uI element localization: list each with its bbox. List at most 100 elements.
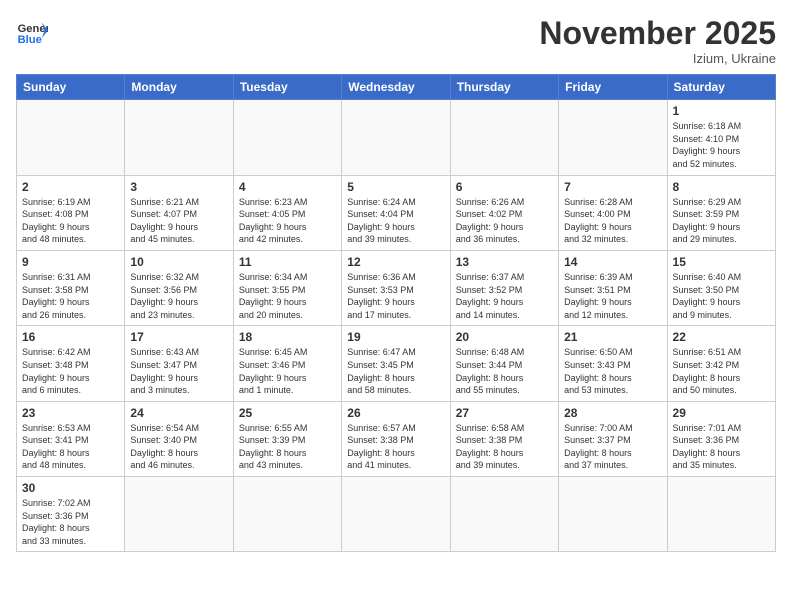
table-row: 1 Sunrise: 6:18 AM Sunset: 4:10 PM Daylig… [667,100,775,175]
day-info: Sunrise: 6:43 AM Sunset: 3:47 PM Dayligh… [130,346,227,396]
day-number: 7 [564,180,661,194]
day-info: Sunrise: 7:02 AM Sunset: 3:36 PM Dayligh… [22,497,119,547]
day-number: 20 [456,330,553,344]
table-row [125,477,233,552]
table-row: 19 Sunrise: 6:47 AM Sunset: 3:45 PM Dayli… [342,326,450,401]
day-number: 28 [564,406,661,420]
day-info: Sunrise: 6:37 AM Sunset: 3:52 PM Dayligh… [456,271,553,321]
table-row: 23 Sunrise: 6:53 AM Sunset: 3:41 PM Dayli… [17,401,125,476]
logo: General Blue [16,16,48,48]
table-row [342,100,450,175]
table-row: 3 Sunrise: 6:21 AM Sunset: 4:07 PM Daylig… [125,175,233,250]
day-number: 8 [673,180,770,194]
day-info: Sunrise: 6:18 AM Sunset: 4:10 PM Dayligh… [673,120,770,170]
day-number: 29 [673,406,770,420]
day-info: Sunrise: 6:19 AM Sunset: 4:08 PM Dayligh… [22,196,119,246]
day-info: Sunrise: 6:31 AM Sunset: 3:58 PM Dayligh… [22,271,119,321]
col-wednesday: Wednesday [342,75,450,100]
day-info: Sunrise: 6:57 AM Sunset: 3:38 PM Dayligh… [347,422,444,472]
table-row: 15Sunrise: 6:40 AM Sunset: 3:50 PM Dayli… [667,250,775,325]
table-row: 5 Sunrise: 6:24 AM Sunset: 4:04 PM Daylig… [342,175,450,250]
day-number: 13 [456,255,553,269]
day-info: Sunrise: 7:00 AM Sunset: 3:37 PM Dayligh… [564,422,661,472]
table-row: 17 Sunrise: 6:43 AM Sunset: 3:47 PM Dayli… [125,326,233,401]
table-row: 4Sunrise: 6:23 AM Sunset: 4:05 PM Daylig… [233,175,341,250]
day-info: Sunrise: 6:45 AM Sunset: 3:46 PM Dayligh… [239,346,336,396]
day-info: Sunrise: 6:21 AM Sunset: 4:07 PM Dayligh… [130,196,227,246]
table-row: 16 Sunrise: 6:42 AM Sunset: 3:48 PM Dayli… [17,326,125,401]
day-number: 6 [456,180,553,194]
day-number: 11 [239,255,336,269]
day-number: 21 [564,330,661,344]
subtitle: Izium, Ukraine [539,51,776,66]
table-row: 10 Sunrise: 6:32 AM Sunset: 3:56 PM Dayli… [125,250,233,325]
day-number: 5 [347,180,444,194]
day-info: Sunrise: 6:36 AM Sunset: 3:53 PM Dayligh… [347,271,444,321]
day-number: 24 [130,406,227,420]
title-block: November 2025 Izium, Ukraine [539,16,776,66]
calendar-page: General Blue November 2025 Izium, Ukrain… [0,0,792,612]
day-info: Sunrise: 6:32 AM Sunset: 3:56 PM Dayligh… [130,271,227,321]
day-number: 12 [347,255,444,269]
day-number: 15 [673,255,770,269]
table-row: 20 Sunrise: 6:48 AM Sunset: 3:44 PM Dayli… [450,326,558,401]
day-info: Sunrise: 6:58 AM Sunset: 3:38 PM Dayligh… [456,422,553,472]
table-row: 21 Sunrise: 6:50 AM Sunset: 3:43 PM Dayli… [559,326,667,401]
day-number: 27 [456,406,553,420]
day-info: Sunrise: 6:42 AM Sunset: 3:48 PM Dayligh… [22,346,119,396]
table-row [450,100,558,175]
table-row [559,100,667,175]
day-number: 1 [673,104,770,118]
col-sunday: Sunday [17,75,125,100]
day-info: Sunrise: 6:26 AM Sunset: 4:02 PM Dayligh… [456,196,553,246]
day-info: Sunrise: 6:48 AM Sunset: 3:44 PM Dayligh… [456,346,553,396]
day-info: Sunrise: 6:50 AM Sunset: 3:43 PM Dayligh… [564,346,661,396]
col-tuesday: Tuesday [233,75,341,100]
header: General Blue November 2025 Izium, Ukrain… [16,16,776,66]
table-row: 9 Sunrise: 6:31 AM Sunset: 3:58 PM Daylig… [17,250,125,325]
svg-text:Blue: Blue [18,34,42,46]
table-row: 2Sunrise: 6:19 AM Sunset: 4:08 PM Daylig… [17,175,125,250]
table-row: 6 Sunrise: 6:26 AM Sunset: 4:02 PM Daylig… [450,175,558,250]
day-number: 4 [239,180,336,194]
table-row: 25Sunrise: 6:55 AM Sunset: 3:39 PM Dayli… [233,401,341,476]
day-number: 22 [673,330,770,344]
table-row [17,100,125,175]
table-row: 29 Sunrise: 7:01 AM Sunset: 3:36 PM Dayli… [667,401,775,476]
day-number: 10 [130,255,227,269]
table-row: 14Sunrise: 6:39 AM Sunset: 3:51 PM Dayli… [559,250,667,325]
day-number: 17 [130,330,227,344]
table-row: 13 Sunrise: 6:37 AM Sunset: 3:52 PM Dayli… [450,250,558,325]
col-monday: Monday [125,75,233,100]
day-info: Sunrise: 6:24 AM Sunset: 4:04 PM Dayligh… [347,196,444,246]
logo-icon: General Blue [16,16,48,48]
day-number: 16 [22,330,119,344]
day-number: 23 [22,406,119,420]
day-number: 26 [347,406,444,420]
day-info: Sunrise: 6:47 AM Sunset: 3:45 PM Dayligh… [347,346,444,396]
day-number: 9 [22,255,119,269]
table-row: 30Sunrise: 7:02 AM Sunset: 3:36 PM Dayli… [17,477,125,552]
day-number: 18 [239,330,336,344]
day-info: Sunrise: 6:28 AM Sunset: 4:00 PM Dayligh… [564,196,661,246]
calendar-table: Sunday Monday Tuesday Wednesday Thursday… [16,74,776,552]
day-info: Sunrise: 6:29 AM Sunset: 3:59 PM Dayligh… [673,196,770,246]
day-info: Sunrise: 7:01 AM Sunset: 3:36 PM Dayligh… [673,422,770,472]
table-row [667,477,775,552]
table-row: 27 Sunrise: 6:58 AM Sunset: 3:38 PM Dayli… [450,401,558,476]
table-row: 18 Sunrise: 6:45 AM Sunset: 3:46 PM Dayli… [233,326,341,401]
table-row: 26 Sunrise: 6:57 AM Sunset: 3:38 PM Dayli… [342,401,450,476]
table-row [559,477,667,552]
month-title: November 2025 [539,16,776,51]
col-friday: Friday [559,75,667,100]
day-info: Sunrise: 6:53 AM Sunset: 3:41 PM Dayligh… [22,422,119,472]
day-number: 14 [564,255,661,269]
table-row: 24Sunrise: 6:54 AM Sunset: 3:40 PM Dayli… [125,401,233,476]
day-info: Sunrise: 6:34 AM Sunset: 3:55 PM Dayligh… [239,271,336,321]
table-row [233,100,341,175]
day-number: 3 [130,180,227,194]
table-row [233,477,341,552]
table-row [125,100,233,175]
table-row [342,477,450,552]
day-number: 19 [347,330,444,344]
